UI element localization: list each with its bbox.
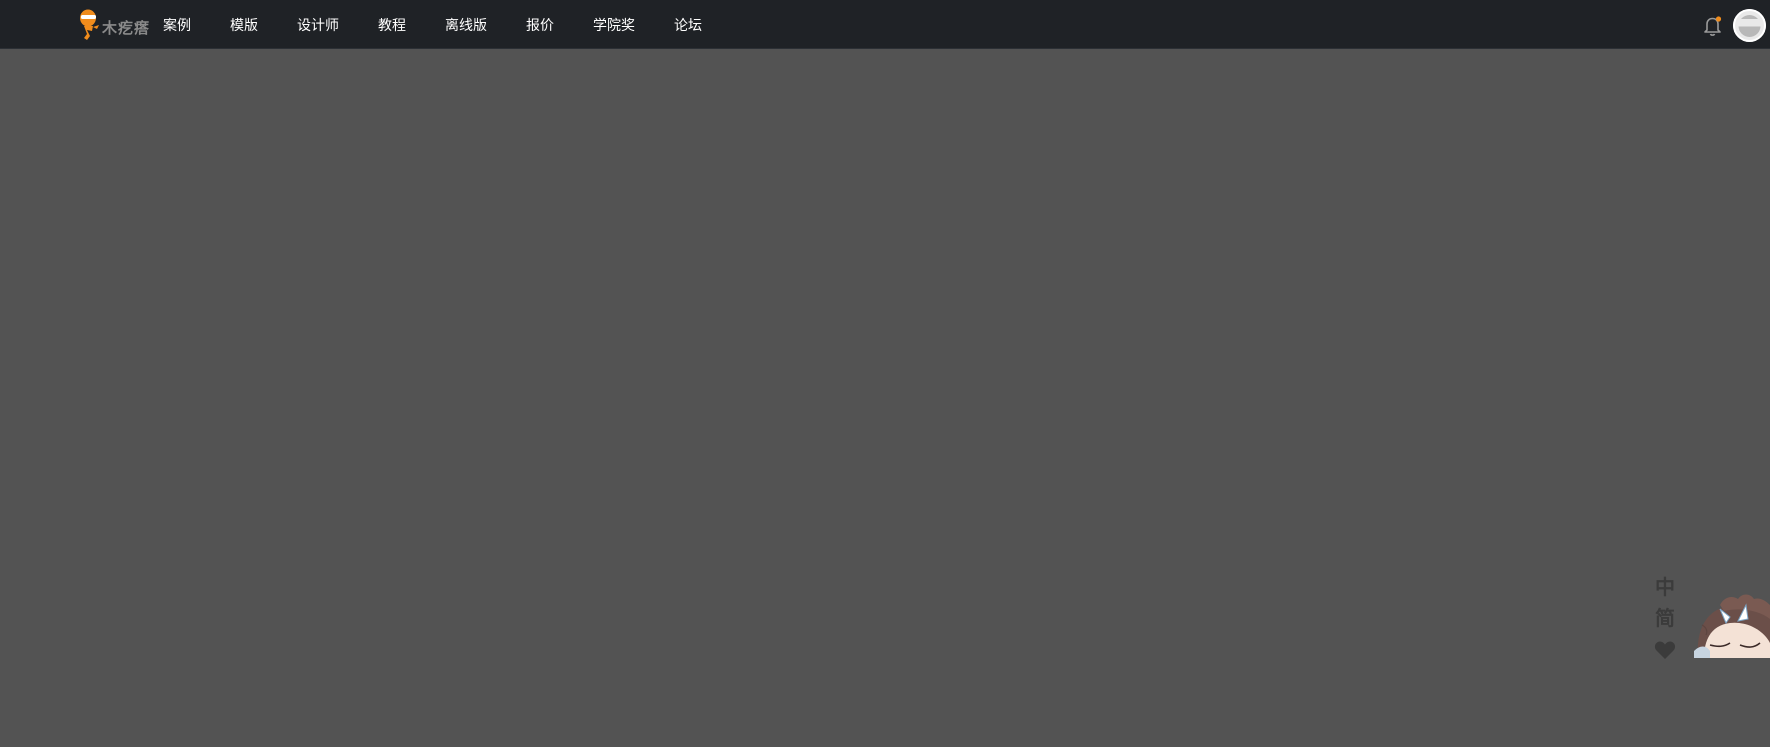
nav-item-cases[interactable]: 案例 [163,15,191,35]
logo[interactable]: 木疙瘩 [78,9,150,41]
heart-icon[interactable] [1654,640,1676,660]
bell-icon[interactable] [1703,15,1723,37]
nav-item-templates[interactable]: 模版 [230,15,258,35]
nav-item-designers[interactable]: 设计师 [297,15,339,35]
nav-item-offline[interactable]: 离线版 [445,15,487,35]
nav-item-pricing[interactable]: 报价 [526,15,554,35]
avatar[interactable] [1733,9,1766,42]
side-tools: 中 简 [1652,572,1678,660]
nav-item-academy-award[interactable]: 学院奖 [593,15,635,35]
nav-item-forum[interactable]: 论坛 [674,15,702,35]
top-navbar: 木疙瘩 案例 模版 设计师 教程 离线版 报价 学院奖 论坛 [0,0,1770,49]
lang-simplified-button[interactable]: 简 [1655,603,1675,634]
nav-item-tutorials[interactable]: 教程 [378,15,406,35]
logo-text: 木疙瘩 [102,18,151,37]
ninja-logo-icon [80,9,99,40]
anime-mascot-image[interactable] [1690,553,1770,658]
main-nav: 案例 模版 设计师 教程 离线版 报价 学院奖 论坛 [163,0,702,49]
lang-traditional-button[interactable]: 中 [1655,572,1675,603]
default-avatar-icon [1733,9,1766,42]
